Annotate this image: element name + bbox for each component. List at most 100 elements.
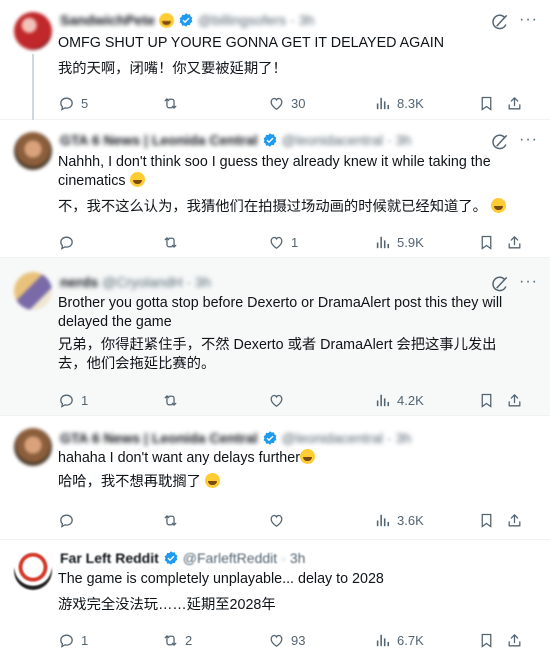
post-time[interactable]: 3h (396, 430, 412, 446)
views-button[interactable]: 6.7K (374, 630, 424, 650)
separator-dot: · (387, 132, 392, 148)
view-count: 8.3K (397, 95, 424, 111)
bookmark-button[interactable] (478, 93, 495, 113)
views-button[interactable]: 5.9K (374, 232, 424, 252)
views-button[interactable]: 4.2K (374, 390, 424, 410)
separator-dot: · (186, 274, 192, 290)
author-handle[interactable]: @FarleftReddit (183, 550, 277, 566)
heart-icon (268, 392, 285, 409)
post-text-en-content: hahaha I don't want any delays further (58, 450, 300, 466)
repost-icon (162, 632, 179, 649)
post-text-zh: 不，我不这么认为，我猜他们在拍摄过场动画的时候就已经知道了。 (58, 198, 528, 217)
post-header: GTA 6 News | Leonida Central @leonidacen… (60, 130, 411, 150)
views-button[interactable]: 3.6K (374, 510, 424, 530)
views-icon (374, 392, 391, 409)
post-header: SandwichPete @billingsofers · 3h (60, 10, 314, 30)
avatar[interactable] (14, 428, 52, 466)
avatar[interactable] (14, 552, 52, 590)
author-handle[interactable]: @CryolandH (102, 274, 182, 290)
share-button[interactable] (506, 510, 523, 530)
bookmark-button[interactable] (478, 630, 495, 650)
view-count: 6.7K (397, 632, 424, 648)
bookmark-icon (478, 512, 495, 529)
like-button[interactable]: 1 (268, 232, 298, 252)
post-text-en-content: Nahhh, I don't think soo I guess they al… (58, 154, 495, 189)
post-time[interactable]: 3h (396, 132, 412, 148)
bookmark-button[interactable] (478, 390, 495, 410)
more-options-icon[interactable]: ··· (519, 274, 538, 290)
more-options-icon[interactable]: ··· (519, 12, 538, 28)
like-button[interactable]: 93 (268, 630, 305, 650)
heart-icon (268, 512, 285, 529)
thread-line (32, 54, 34, 120)
action-bar: 1 2 93 6.7K (58, 630, 528, 650)
post-text-en: The game is completely unplayable... del… (58, 571, 384, 587)
post-text-en: hahaha I don't want any delays further (58, 449, 528, 468)
verified-badge-icon (178, 12, 194, 28)
repost-icon (162, 512, 179, 529)
share-button[interactable] (506, 390, 523, 410)
bookmark-icon (478, 392, 495, 409)
bookmark-icon (478, 95, 495, 112)
post-text-zh: 兄弟，你得赶紧住手，不然 Dexerto 或者 DramaAlert 会把这事儿… (58, 337, 497, 372)
reply-post-1[interactable]: SandwichPete @billingsofers · 3h ··· OMF… (0, 0, 550, 120)
repost-button[interactable] (162, 390, 185, 410)
heart-icon (268, 95, 285, 112)
reply-button[interactable]: 5 (58, 93, 88, 113)
author-name[interactable]: nerds (60, 274, 98, 290)
grok-icon[interactable] (490, 12, 510, 32)
like-button[interactable]: 30 (268, 93, 305, 113)
author-name[interactable]: GTA 6 News | Leonida Central (60, 430, 258, 446)
reply-post-3[interactable]: nerds @CryolandH · 3h ··· Brother you go… (0, 258, 550, 416)
author-handle[interactable]: @leonidacentral (282, 430, 383, 446)
avatar[interactable] (14, 132, 52, 170)
like-button[interactable] (268, 390, 291, 410)
avatar[interactable] (14, 272, 52, 310)
author-name[interactable]: Far Left Reddit (60, 550, 159, 566)
share-button[interactable] (506, 232, 523, 252)
repost-button[interactable] (162, 510, 185, 530)
views-button[interactable]: 8.3K (374, 93, 424, 113)
share-button[interactable] (506, 93, 523, 113)
reply-post-2[interactable]: GTA 6 News | Leonida Central @leonidacen… (0, 120, 550, 258)
repost-button[interactable] (162, 232, 185, 252)
author-handle[interactable]: @leonidacentral (282, 132, 383, 148)
bookmark-button[interactable] (478, 232, 495, 252)
share-icon (506, 632, 523, 649)
views-icon (374, 95, 391, 112)
author-handle[interactable]: @billingsofers (198, 12, 286, 28)
reply-button[interactable] (58, 232, 81, 252)
more-options-icon[interactable]: ··· (519, 132, 538, 148)
reply-icon (58, 234, 75, 251)
repost-count: 2 (185, 632, 193, 648)
author-name[interactable]: GTA 6 News | Leonida Central (60, 132, 258, 148)
reply-count: 1 (81, 392, 89, 408)
post-time[interactable]: 3h (299, 12, 315, 28)
post-time[interactable]: 3h (195, 274, 211, 290)
repost-button[interactable]: 2 (162, 630, 192, 650)
reply-button[interactable] (58, 510, 81, 530)
grok-icon[interactable] (490, 274, 510, 294)
author-name[interactable]: SandwichPete (60, 12, 155, 28)
repost-icon (162, 392, 179, 409)
share-button[interactable] (506, 630, 523, 650)
reply-icon (58, 392, 75, 409)
separator-dot: · (387, 430, 392, 446)
reply-icon (58, 512, 75, 529)
post-time[interactable]: 3h (290, 550, 306, 566)
bookmark-button[interactable] (478, 510, 495, 530)
avatar[interactable] (14, 12, 52, 50)
like-button[interactable] (268, 510, 291, 530)
post-text-zh: 我的天啊，闭嘴！你又要被延期了！ (58, 61, 287, 77)
reply-button[interactable]: 1 (58, 390, 88, 410)
repost-button[interactable] (162, 93, 185, 113)
grok-icon[interactable] (490, 132, 510, 152)
emoji-badge-icon (158, 12, 174, 28)
like-count: 1 (291, 234, 299, 250)
repost-icon (162, 234, 179, 251)
separator-dot: · (281, 550, 286, 566)
reply-post-5[interactable]: Far Left Reddit @FarleftReddit · 3h The … (0, 540, 550, 670)
reply-post-4[interactable]: GTA 6 News | Leonida Central @leonidacen… (0, 416, 550, 540)
bookmark-icon (478, 632, 495, 649)
reply-button[interactable]: 1 (58, 630, 88, 650)
